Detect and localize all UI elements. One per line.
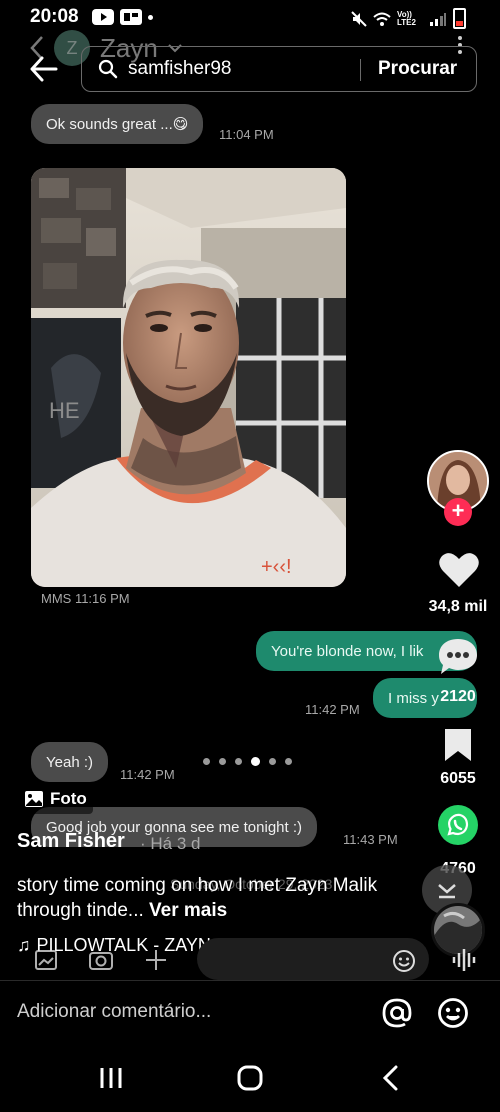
follow-button[interactable]: + (444, 498, 472, 526)
app-notification-icon (120, 9, 142, 25)
selfie-image: HE +‹‹! (31, 168, 346, 587)
save-count: 6055 (440, 770, 476, 787)
mention-icon[interactable] (381, 997, 413, 1029)
message-text: You're blonde now, I lik (271, 642, 424, 660)
message-bubble[interactable]: Ok sounds great ...😋 (31, 104, 204, 144)
whatsapp-share-icon[interactable] (437, 804, 479, 846)
image-icon (25, 791, 43, 807)
like-count: 34,8 mil (428, 598, 488, 615)
search-submit-button[interactable]: Procurar (378, 58, 457, 80)
message-text: Ok sounds great ...😋 (46, 116, 189, 133)
message-time: 11:42 PM (120, 767, 175, 782)
comment-icon[interactable] (437, 637, 479, 677)
chevron-down-icon (438, 884, 456, 899)
bookmark-icon[interactable] (443, 727, 473, 763)
battery-low-icon (453, 8, 466, 29)
recent-apps-icon[interactable] (98, 1066, 124, 1090)
author-name[interactable]: Sam Fisher (17, 830, 125, 853)
search-divider (360, 59, 361, 81)
voice-wave-icon[interactable] (451, 947, 477, 973)
mute-icon (351, 10, 367, 27)
svg-text:+‹‹!: +‹‹! (261, 556, 292, 578)
signal-icon (430, 12, 446, 26)
camera-icon[interactable] (88, 948, 114, 972)
photo-badge: Foto (18, 784, 93, 814)
message-time: 11:04 PM (219, 127, 274, 142)
notification-icons (92, 9, 153, 25)
chat-input-tools (34, 948, 168, 972)
youtube-icon (92, 9, 114, 25)
network-label: Vo)) LTE2 (397, 9, 416, 27)
post-age: · Há 3 d (140, 834, 201, 853)
emoji-icon[interactable] (392, 949, 416, 973)
heart-icon[interactable] (438, 551, 480, 589)
svg-text:HE: HE (49, 398, 80, 423)
status-time: 20:08 (30, 6, 79, 27)
back-arrow-icon[interactable] (28, 54, 58, 84)
music-note-icon: ♫ (17, 935, 31, 955)
comment-input[interactable]: Adicionar comentário... (17, 1001, 211, 1023)
wifi-icon (373, 12, 391, 26)
message-time: 11:42 PM (305, 702, 360, 717)
home-icon[interactable] (237, 1065, 263, 1091)
search-input[interactable] (128, 58, 348, 80)
mms-photo[interactable]: HE +‹‹! (31, 168, 346, 587)
more-notifications-dot (148, 14, 153, 20)
message-time: 11:43 PM (343, 832, 398, 847)
message-time: MMS 11:16 PM (41, 591, 130, 606)
post-caption[interactable]: story time coming on how I met Zayn Mali… (17, 873, 387, 923)
system-icons: Vo)) LTE2 (351, 8, 466, 29)
see-more-link[interactable]: Ver mais (149, 900, 227, 921)
photo-badge-label: Foto (50, 789, 87, 808)
emoji-icon[interactable] (437, 997, 469, 1029)
message-bubble[interactable]: Yeah :) (31, 742, 108, 782)
plus-icon[interactable] (144, 948, 168, 972)
message-text: Yeah :) (46, 753, 93, 771)
back-nav-icon[interactable] (381, 1065, 399, 1091)
gallery-icon[interactable] (34, 948, 58, 972)
comment-count: 2120 (440, 688, 476, 705)
carousel-indicator (203, 757, 292, 766)
status-bar: 20:08 Vo)) LTE2 (0, 0, 500, 34)
search-icon (98, 59, 118, 79)
